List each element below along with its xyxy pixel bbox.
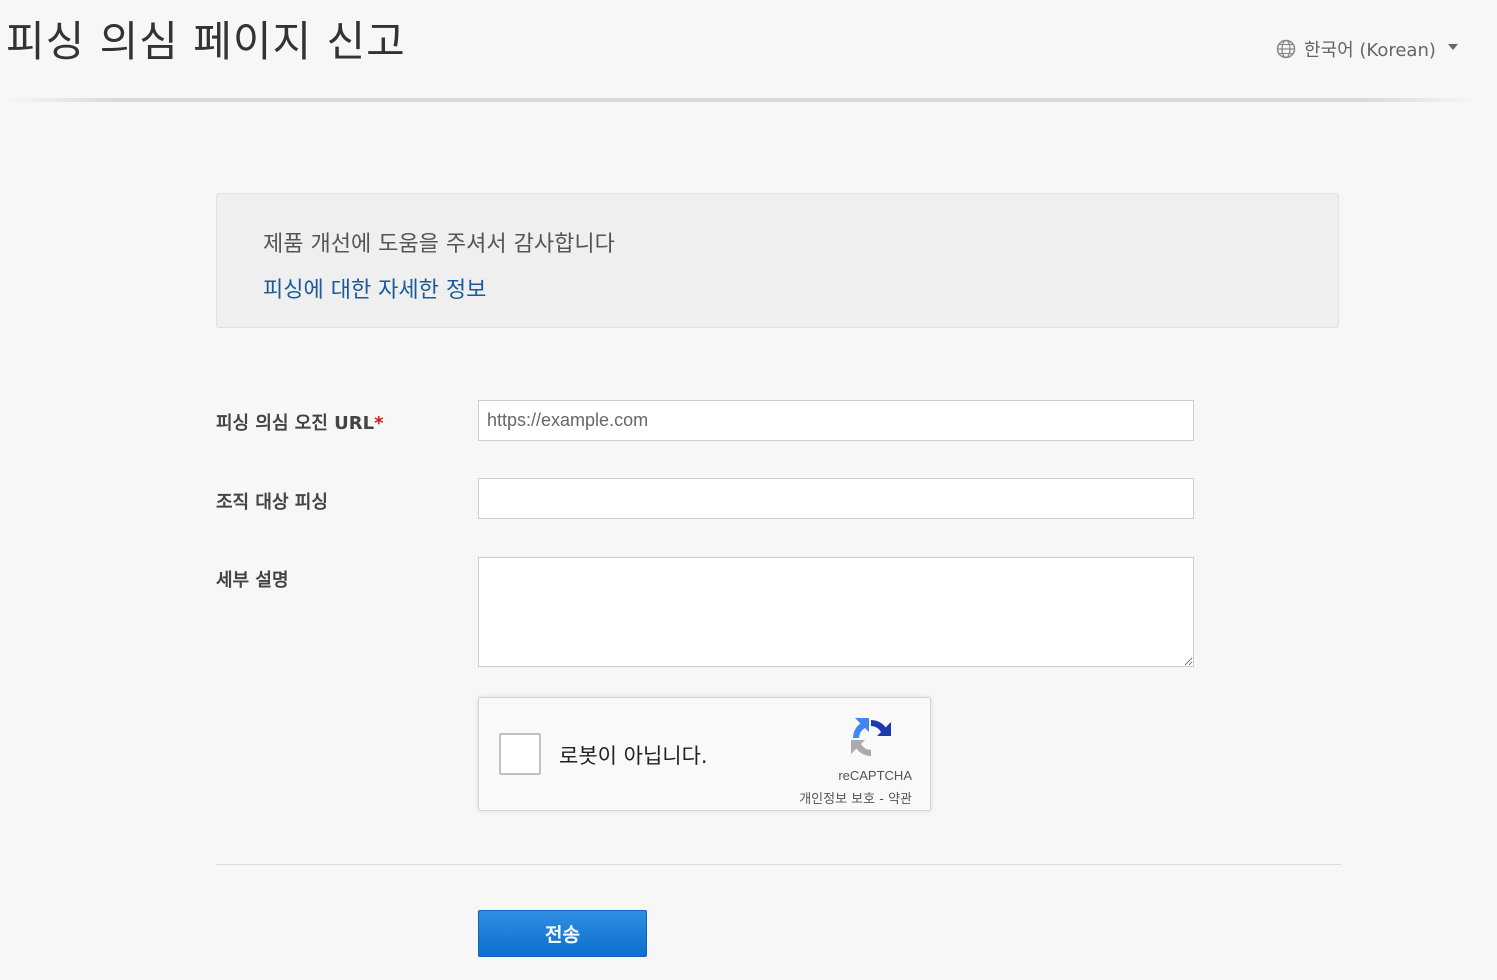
page-title: 피싱 의심 페이지 신고	[6, 17, 406, 66]
form-divider	[216, 864, 1341, 865]
recaptcha-checkbox[interactable]	[499, 733, 541, 775]
recaptcha-terms-link[interactable]: 약관	[888, 792, 912, 807]
recaptcha-link-separator: -	[875, 792, 889, 807]
language-label: 한국어 (Korean)	[1304, 40, 1436, 61]
page-header: 피싱 의심 페이지 신고 한국어 (Korean)	[0, 0, 1497, 102]
header-divider	[6, 98, 1476, 102]
recaptcha-brand: reCAPTCHA	[838, 768, 912, 783]
submit-button[interactable]: 전송	[478, 910, 647, 957]
details-field-label: 세부 설명	[216, 570, 289, 591]
phishing-info-link[interactable]: 피싱에 대한 자세한 정보	[263, 272, 486, 304]
details-textarea[interactable]	[478, 557, 1194, 667]
recaptcha-widget: 로봇이 아닙니다. reCAPTCHA 개인정보 보호 - 약관	[478, 697, 931, 811]
recaptcha-privacy-link[interactable]: 개인정보 보호	[799, 792, 875, 807]
info-panel: 제품 개선에 도움을 주셔서 감사합니다 피싱에 대한 자세한 정보	[216, 193, 1339, 328]
thanks-message: 제품 개선에 도움을 주셔서 감사합니다	[263, 232, 615, 257]
language-selector[interactable]: 한국어 (Korean)	[1276, 36, 1458, 62]
recaptcha-label: 로봇이 아닙니다.	[559, 744, 708, 768]
org-target-input[interactable]	[478, 478, 1194, 519]
url-input[interactable]	[478, 400, 1194, 441]
caret-down-icon	[1447, 44, 1458, 50]
recaptcha-links: 개인정보 보호 - 약관	[799, 788, 912, 807]
url-field-label: 피싱 의심 오진 URL*	[216, 409, 384, 435]
globe-icon	[1276, 39, 1296, 59]
recaptcha-logo-icon	[847, 714, 895, 766]
org-field-label: 조직 대상 피싱	[216, 492, 328, 513]
required-mark: *	[374, 413, 384, 434]
url-label-text: 피싱 의심 오진 URL	[216, 413, 375, 434]
